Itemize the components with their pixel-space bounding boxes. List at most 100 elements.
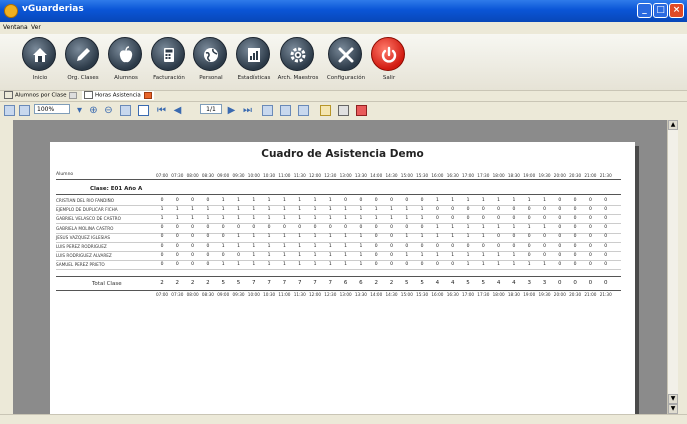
attendance-cell: 1 bbox=[405, 206, 409, 212]
attendance-cell: 0 bbox=[573, 243, 577, 249]
hour-footer: 13:30 bbox=[354, 291, 367, 297]
attendance-cell: 1 bbox=[344, 206, 348, 212]
attendance-cell: 0 bbox=[588, 252, 592, 258]
next-page-icon[interactable]: ▶ bbox=[226, 105, 237, 116]
attendance-cell: 0 bbox=[512, 206, 516, 212]
zoom-out-icon[interactable]: ⊖ bbox=[103, 105, 114, 116]
org-clases-button[interactable]: Org. Clases bbox=[61, 37, 105, 89]
menu-ver[interactable]: Ver bbox=[31, 24, 41, 31]
attendance-cell: 0 bbox=[527, 252, 531, 258]
total-cell: 2 bbox=[160, 279, 164, 286]
attendance-cell: 1 bbox=[237, 215, 240, 221]
student-name: GABRIELA MOLINA CASTRO bbox=[56, 225, 114, 231]
hour-header: 14:00 bbox=[370, 173, 383, 178]
maximize-button[interactable]: □ bbox=[653, 3, 668, 18]
attendance-cell: 0 bbox=[481, 206, 485, 212]
dropdown-arrow-icon[interactable]: ▾ bbox=[74, 105, 85, 116]
fit-page-icon[interactable] bbox=[4, 105, 15, 116]
inicio-button[interactable]: Inicio bbox=[18, 37, 62, 89]
attendance-cell: 0 bbox=[237, 252, 240, 258]
attendance-cell: 1 bbox=[405, 252, 409, 258]
attendance-cell: 1 bbox=[298, 234, 302, 240]
open-icon[interactable] bbox=[320, 105, 331, 116]
attendance-cell: 1 bbox=[298, 252, 302, 258]
highlight-tool-icon[interactable] bbox=[138, 105, 149, 116]
menu-ventana[interactable]: Ventana bbox=[3, 24, 28, 31]
total-cell: 5 bbox=[466, 279, 470, 286]
window-titlebar: vGuarderias _ □ × bbox=[0, 0, 687, 22]
attendance-cell: 1 bbox=[313, 252, 317, 258]
vertical-scrollbar[interactable]: ▲ ▼ ▼ bbox=[667, 120, 678, 414]
tab-alumnos-por-clase[interactable]: Alumnos por Clase bbox=[2, 91, 79, 100]
attendance-cell: 1 bbox=[221, 197, 225, 203]
zoom-in-icon[interactable]: ⊕ bbox=[88, 105, 99, 116]
table-rule bbox=[56, 223, 621, 225]
close-tab-icon[interactable] bbox=[143, 91, 152, 99]
page-indicator[interactable]: 1/1 bbox=[200, 104, 222, 114]
alumno-header: Alumno bbox=[56, 172, 74, 177]
arch-maestros-button[interactable]: Arch. Maestros bbox=[276, 37, 320, 89]
attendance-cell: 0 bbox=[435, 215, 439, 221]
total-cell: 5 bbox=[420, 279, 424, 286]
hour-footer: 21:00 bbox=[584, 291, 597, 297]
hour-footer: 14:30 bbox=[385, 291, 398, 297]
attendance-cell: 0 bbox=[604, 215, 608, 221]
salir-button[interactable]: Salir bbox=[367, 37, 411, 89]
close-tab-icon[interactable] bbox=[69, 91, 78, 99]
hour-footer: 16:30 bbox=[446, 291, 459, 297]
last-page-icon[interactable]: ⏭ bbox=[242, 105, 253, 116]
zoom-select[interactable]: 100% bbox=[34, 104, 70, 114]
attendance-cell: 1 bbox=[527, 225, 531, 231]
estadisticas-button[interactable]: Estadísticas bbox=[232, 37, 276, 89]
multi-page-icon[interactable] bbox=[298, 105, 309, 116]
attendance-cell: 0 bbox=[191, 252, 195, 258]
attendance-cell: 1 bbox=[481, 252, 485, 258]
scroll-up-icon[interactable]: ▲ bbox=[668, 120, 678, 130]
attendance-cell: 1 bbox=[267, 261, 271, 267]
attendance-cell: 0 bbox=[344, 197, 348, 203]
attendance-cell: 0 bbox=[527, 206, 531, 212]
total-cell: 5 bbox=[481, 279, 486, 286]
tab-horas-asistencia[interactable]: Horas Asistencia bbox=[82, 91, 154, 100]
scroll-down-icon[interactable]: ▼ bbox=[668, 394, 678, 404]
attendance-cell: 1 bbox=[420, 206, 424, 212]
report-page: Cuadro de Asistencia Demo Alumno Clase: … bbox=[50, 142, 635, 414]
attendance-cell: 0 bbox=[588, 197, 592, 203]
single-page-icon[interactable] bbox=[262, 105, 273, 116]
close-window-button[interactable]: × bbox=[669, 3, 684, 18]
table-rule bbox=[56, 289, 621, 291]
scroll-end-icon[interactable]: ▼ bbox=[668, 404, 678, 414]
attendance-cell: 1 bbox=[359, 261, 363, 267]
configuracion-button[interactable]: Configuración bbox=[324, 37, 368, 89]
total-cell: 5 bbox=[236, 279, 241, 286]
hour-header: 20:30 bbox=[569, 173, 582, 178]
attendance-cell: 0 bbox=[313, 225, 317, 231]
minimize-button[interactable]: _ bbox=[637, 3, 652, 18]
zoom-fit-icon[interactable] bbox=[19, 105, 30, 116]
attendance-cell: 0 bbox=[527, 243, 531, 249]
personal-button[interactable]: Personal bbox=[189, 37, 233, 89]
two-page-icon[interactable] bbox=[280, 105, 291, 116]
attendance-cell: 0 bbox=[451, 206, 455, 212]
attendance-cell: 1 bbox=[512, 252, 516, 258]
hour-footer: 20:30 bbox=[569, 291, 582, 297]
attendance-cell: 1 bbox=[282, 234, 286, 240]
save-icon[interactable] bbox=[356, 105, 367, 116]
first-page-icon[interactable]: ⏮ bbox=[156, 105, 167, 116]
alumnos-button[interactable]: Alumnos bbox=[104, 37, 148, 89]
attendance-cell: 1 bbox=[481, 225, 485, 231]
hour-footer: 14:00 bbox=[370, 291, 383, 297]
total-cell: 2 bbox=[206, 279, 210, 286]
attendance-cell: 1 bbox=[175, 206, 179, 212]
prev-page-icon[interactable]: ◀ bbox=[172, 105, 183, 116]
ribbon: Inicio Org. Clases Alumnos Facturación P… bbox=[0, 34, 687, 91]
student-name: EJEMPLO DE DUPLICAR FICHA bbox=[56, 207, 118, 213]
attendance-cell: 1 bbox=[420, 252, 424, 258]
power-icon bbox=[371, 37, 405, 71]
attendance-cell: 1 bbox=[481, 261, 485, 267]
attendance-cell: 0 bbox=[573, 225, 577, 231]
facturacion-button[interactable]: Facturación bbox=[147, 37, 191, 89]
print-icon[interactable] bbox=[338, 105, 349, 116]
attendance-cell: 1 bbox=[374, 206, 378, 212]
text-select-icon[interactable] bbox=[120, 105, 131, 116]
